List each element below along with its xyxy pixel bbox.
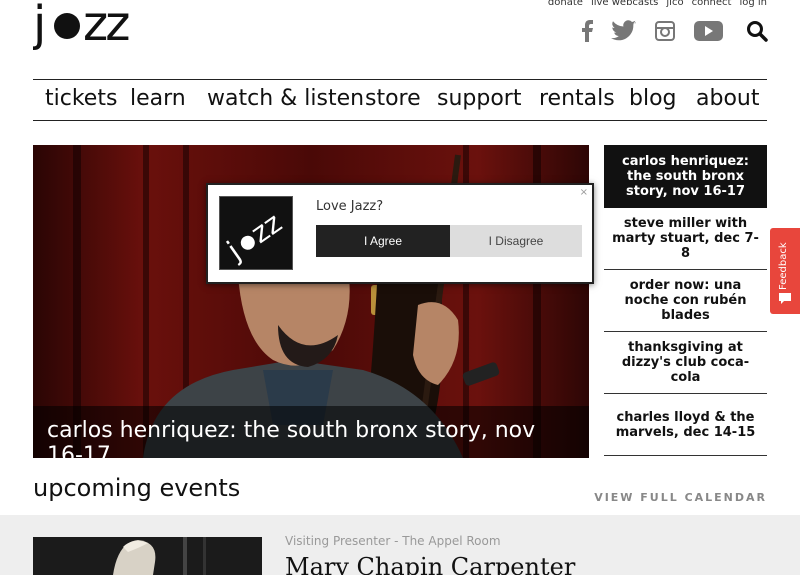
- login-link[interactable]: log in: [739, 0, 767, 8]
- featured-item[interactable]: thanksgiving at dizzy's club coca-cola: [604, 332, 767, 394]
- upcoming-events-heading: upcoming events: [33, 474, 241, 502]
- instagram-icon[interactable]: [655, 21, 675, 41]
- nav-watch-listen[interactable]: watch & listen: [207, 86, 364, 111]
- facebook-icon[interactable]: [580, 20, 594, 42]
- featured-list: carlos henriquez: the south bronx story,…: [604, 145, 767, 456]
- love-jazz-popup: j zz × Love Jazz? I Agree I Disagree: [206, 183, 594, 284]
- chat-icon: [779, 293, 791, 304]
- popup-logo: j zz: [219, 196, 293, 270]
- nav-about[interactable]: about: [696, 86, 759, 111]
- event-title[interactable]: Mary Chapin Carpenter: [285, 553, 575, 575]
- nav-rentals[interactable]: rentals: [539, 86, 615, 111]
- feedback-tab[interactable]: Feedback: [770, 228, 800, 314]
- featured-item[interactable]: steve miller with marty stuart, dec 7-8: [604, 208, 767, 270]
- view-calendar-link[interactable]: VIEW FULL CALENDAR: [594, 491, 767, 504]
- event-venue: Visiting Presenter - The Appel Room: [285, 534, 501, 548]
- search-icon[interactable]: [746, 20, 768, 42]
- jazz-logo: j zz: [220, 206, 288, 267]
- svg-text:zz: zz: [83, 0, 129, 52]
- event-photo: [33, 537, 262, 575]
- twitter-icon[interactable]: [611, 20, 637, 42]
- jazz-logo[interactable]: j zz: [33, 0, 158, 56]
- nav-store[interactable]: store: [365, 86, 421, 111]
- agree-button[interactable]: I Agree: [316, 225, 450, 257]
- donate-link[interactable]: donate: [548, 0, 583, 8]
- utility-links: donate live webcasts jlco connect log in: [548, 0, 767, 8]
- live-webcasts-link[interactable]: live webcasts: [591, 0, 658, 8]
- featured-item[interactable]: charles lloyd & the marvels, dec 14-15: [604, 394, 767, 456]
- nav-learn[interactable]: learn: [130, 86, 186, 111]
- connect-link[interactable]: connect: [692, 0, 732, 8]
- close-icon[interactable]: ×: [580, 187, 588, 198]
- nav-support[interactable]: support: [437, 86, 521, 111]
- youtube-icon[interactable]: [694, 21, 723, 41]
- popup-question: Love Jazz?: [316, 199, 384, 214]
- jlco-link[interactable]: jlco: [666, 0, 683, 8]
- main-nav: tickets learn watch & listen store suppo…: [33, 79, 767, 121]
- event-thumbnail[interactable]: [33, 537, 262, 575]
- feedback-label: Feedback: [778, 242, 789, 290]
- featured-item[interactable]: carlos henriquez: the south bronx story,…: [604, 145, 767, 208]
- svg-text:j: j: [33, 0, 44, 52]
- featured-item[interactable]: order now: una noche con rubén blades: [604, 270, 767, 332]
- hero-caption[interactable]: carlos henriquez: the south bronx story,…: [33, 406, 589, 458]
- disagree-button[interactable]: I Disagree: [450, 225, 582, 257]
- nav-tickets[interactable]: tickets: [45, 86, 117, 111]
- nav-blog[interactable]: blog: [629, 86, 677, 111]
